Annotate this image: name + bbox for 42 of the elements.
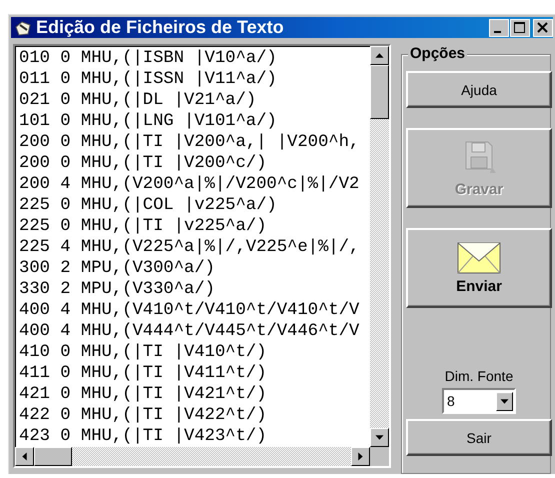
minimize-icon[interactable]: [489, 18, 509, 36]
text-line: 021 0 MHU,(|DL |V21^a/): [19, 90, 258, 111]
text-line: 400 4 MHU,(V444^t/V445^t/V446^t/V: [19, 321, 360, 342]
text-line: 200 0 MHU,(|TI |V200^c/): [19, 153, 268, 174]
text-line: 200 0 MHU,(|TI |V200^a,| |V200^h,: [19, 132, 360, 153]
envelope-icon: [457, 242, 501, 274]
dropdown-arrow-icon[interactable]: [496, 392, 513, 410]
scroll-thumb[interactable]: [370, 65, 389, 119]
text-line: 200 4 MHU,(V200^a|%|/V200^c|%|/V2: [19, 174, 360, 195]
text-line: 010 0 MHU,(|ISBN |V10^a/): [19, 48, 278, 69]
app-icon: [14, 18, 32, 36]
scroll-thumb[interactable]: [34, 447, 72, 466]
scroll-right-icon[interactable]: [351, 447, 370, 466]
close-icon[interactable]: [533, 18, 553, 36]
font-size-label: Dim. Fonte: [444, 368, 514, 384]
send-button[interactable]: Enviar: [406, 228, 552, 308]
help-button[interactable]: Ajuda: [406, 71, 552, 108]
text-line: 330 2 MPU,(V330^a/): [19, 279, 216, 300]
group-title: Opções: [408, 45, 468, 62]
scroll-down-icon[interactable]: [370, 428, 389, 447]
text-line: 410 0 MHU,(|TI |V410^t/): [19, 342, 268, 363]
text-line: 423 0 MHU,(|TI |V423^t/): [19, 426, 268, 447]
text-line: 300 2 MPU,(V300^a/): [19, 258, 216, 279]
exit-button[interactable]: Sair: [406, 419, 552, 456]
text-line: 225 0 MHU,(|TI |v225^a/): [19, 216, 268, 237]
text-line: 421 0 MHU,(|TI |V421^t/): [19, 384, 268, 405]
text-line: 225 0 MHU,(|COL |v225^a/): [19, 195, 278, 216]
window-title: Edição de Ficheiros de Texto: [36, 17, 285, 38]
text-editor[interactable]: [13, 44, 391, 468]
text-line: 400 4 MHU,(V410^t/V410^t/V410^t/V: [19, 300, 360, 321]
font-size-dropdown[interactable]: 8: [442, 388, 516, 414]
text-line: 101 0 MHU,(|LNG |V101^a/): [19, 111, 278, 132]
horizontal-scrollbar[interactable]: [15, 447, 389, 466]
vertical-scrollbar[interactable]: [370, 46, 389, 447]
text-line: 422 0 MHU,(|TI |V422^t/): [19, 405, 268, 426]
maximize-icon[interactable]: [510, 18, 530, 36]
text-line: 011 0 MHU,(|ISSN |V11^a/): [19, 69, 278, 90]
text-line: 225 4 MHU,(V225^a|%|/,V225^e|%|/,: [19, 237, 360, 258]
scrollbar-corner: [370, 447, 389, 466]
scroll-left-icon[interactable]: [15, 447, 34, 466]
scroll-up-icon[interactable]: [370, 46, 389, 65]
text-line: 411 0 MHU,(|TI |V411^t/): [19, 363, 268, 384]
